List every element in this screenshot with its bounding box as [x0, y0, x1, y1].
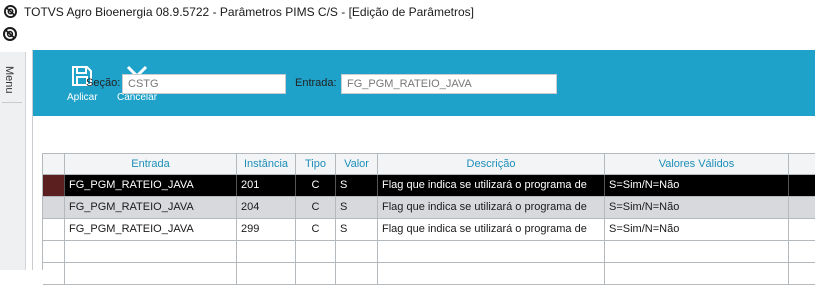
cell-valores-validos[interactable]: S=Sim/N=Não [605, 175, 789, 196]
cell-descricao[interactable]: Flag que indica se utilizará o programa … [378, 197, 605, 218]
cell-valores-validos[interactable]: S=Sim/N=Não [605, 219, 789, 240]
cell-descricao[interactable]: Flag que indica se utilizará o programa … [378, 219, 605, 240]
empty-cell [237, 241, 296, 262]
empty-cell [605, 241, 789, 262]
empty-cell [43, 263, 65, 284]
cell-valor[interactable]: S [336, 197, 378, 218]
cell-entrada[interactable]: FG_PGM_RATEIO_JAVA [65, 197, 237, 218]
empty-cell [605, 263, 789, 284]
table-row[interactable]: FG_PGM_RATEIO_JAVA 201 C S Flag que indi… [43, 175, 815, 197]
menu-label[interactable]: Menu [3, 66, 15, 94]
empty-cell [296, 263, 336, 284]
row-indicator [43, 219, 65, 240]
app-menu-bar [0, 24, 815, 46]
empty-table-row [43, 241, 815, 263]
empty-cell [378, 241, 605, 262]
apply-label: Aplicar [67, 92, 98, 103]
col-instancia[interactable]: Instância [237, 154, 296, 175]
col-descricao[interactable]: Descrição [378, 154, 605, 175]
empty-cell [65, 263, 237, 284]
empty-cell [237, 263, 296, 284]
app-menu-icon[interactable] [3, 27, 17, 41]
row-indicator [43, 197, 65, 218]
table-row[interactable]: FG_PGM_RATEIO_JAVA 299 C S Flag que indi… [43, 219, 815, 241]
cell-entrada[interactable]: FG_PGM_RATEIO_JAVA [65, 175, 237, 196]
col-valores-validos[interactable]: Valores Válidos [605, 154, 789, 175]
cell-instancia[interactable]: 201 [237, 175, 296, 196]
side-menu[interactable]: Menu [0, 52, 26, 270]
empty-cell [65, 241, 237, 262]
empty-table-row [43, 263, 815, 285]
secao-field[interactable]: CSTG [122, 74, 286, 94]
empty-cell [378, 263, 605, 284]
entrada-field[interactable]: FG_PGM_RATEIO_JAVA [341, 74, 557, 94]
cell-valores-validos[interactable]: S=Sim/N=Não [605, 197, 789, 218]
col-entrada[interactable]: Entrada [65, 154, 237, 175]
cell-descricao[interactable]: Flag que indica se utilizará o programa … [378, 175, 605, 196]
cell-valor[interactable]: S [336, 175, 378, 196]
cell-tipo[interactable]: C [296, 175, 336, 196]
cell-tipo[interactable]: C [296, 197, 336, 218]
entrada-label: Entrada: [295, 77, 337, 89]
cell-tipo[interactable]: C [296, 219, 336, 240]
window-title: TOTVS Agro Bioenergia 08.9.5722 - Parâme… [24, 5, 474, 19]
cell-instancia[interactable]: 299 [237, 219, 296, 240]
row-selector-header [43, 154, 65, 175]
empty-cell [43, 241, 65, 262]
sidebar-divider [2, 102, 22, 103]
app-logo-icon [4, 5, 17, 18]
col-tipo[interactable]: Tipo [296, 154, 336, 175]
cell-instancia[interactable]: 204 [237, 197, 296, 218]
col-valor[interactable]: Valor [336, 154, 378, 175]
title-bar: TOTVS Agro Bioenergia 08.9.5722 - Parâme… [0, 0, 815, 24]
empty-cell [296, 241, 336, 262]
row-indicator [43, 175, 65, 196]
table-row[interactable]: FG_PGM_RATEIO_JAVA 204 C S Flag que indi… [43, 197, 815, 219]
empty-cell [336, 263, 378, 284]
row-selection-marker [43, 175, 64, 196]
secao-label: Seção: [86, 77, 121, 89]
empty-cell [336, 241, 378, 262]
table-header: Entrada Instância Tipo Valor Descrição V… [43, 153, 815, 175]
cell-entrada[interactable]: FG_PGM_RATEIO_JAVA [65, 219, 237, 240]
parameters-table: Entrada Instância Tipo Valor Descrição V… [42, 153, 815, 285]
cell-valor[interactable]: S [336, 219, 378, 240]
